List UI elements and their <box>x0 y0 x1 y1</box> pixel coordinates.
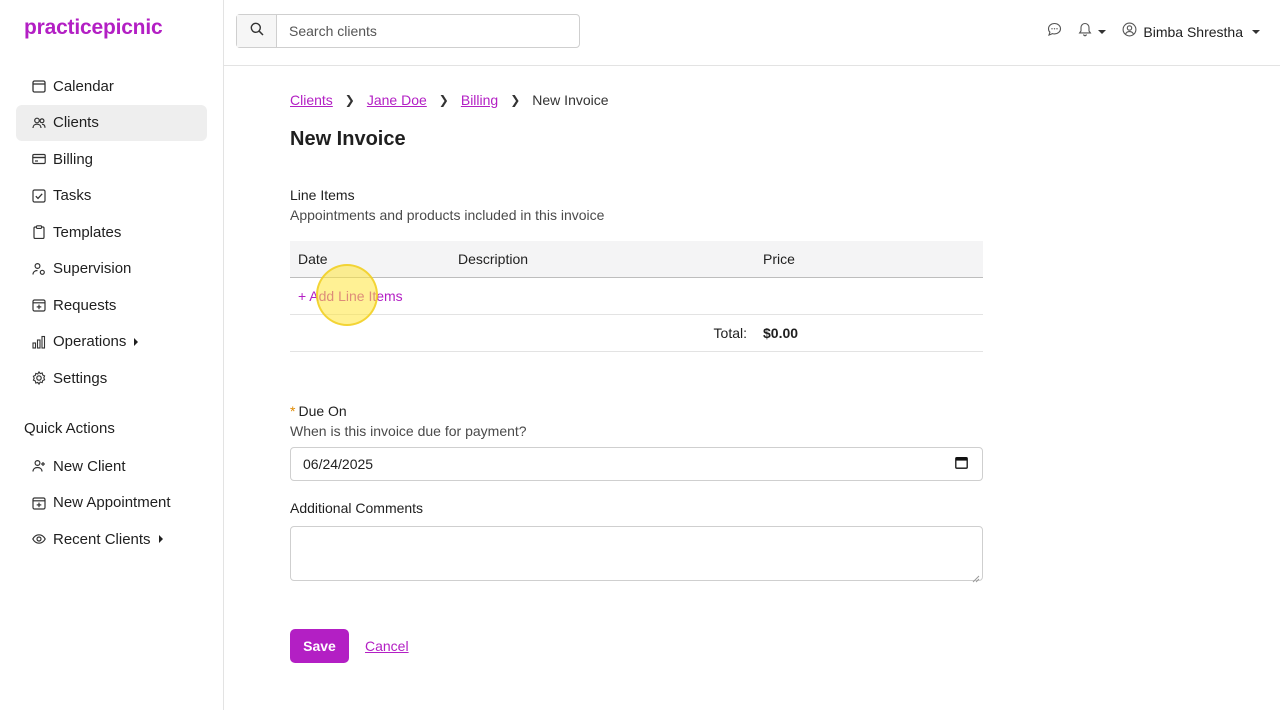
save-button[interactable]: Save <box>290 628 349 663</box>
chat-icon <box>1047 22 1062 42</box>
additional-comments-textarea[interactable] <box>290 525 983 582</box>
gear-icon <box>32 371 46 385</box>
chevron-down-icon <box>1098 30 1107 34</box>
due-on-label-text: Due On <box>298 402 347 419</box>
app-logo[interactable]: practicepicnic <box>24 16 163 40</box>
quick-actions-title: Quick Actions <box>24 420 115 437</box>
sidebar-item-label: Tasks <box>53 187 92 204</box>
header-actions: Bimba Shrestha <box>1031 20 1260 44</box>
total-row: Total: $0.00 <box>290 314 983 352</box>
sidebar-item-clients[interactable]: Clients <box>16 104 207 141</box>
main-content: Clients ❯ Jane Doe ❯ Billing ❯ New Invoi… <box>290 90 983 663</box>
resize-handle-icon[interactable] <box>972 570 980 582</box>
caret-right-icon <box>134 337 139 346</box>
sidebar-item-settings[interactable]: Settings <box>16 360 207 396</box>
quick-action-new-appointment[interactable]: New Appointment <box>16 485 207 521</box>
line-items-title: Line Items <box>290 187 355 203</box>
calendar-icon <box>32 79 46 93</box>
breadcrumb-billing-link[interactable]: Billing <box>461 92 498 108</box>
search-box <box>236 14 580 48</box>
sidebar-item-operations[interactable]: Operations <box>16 324 207 360</box>
additional-comments-label: Additional Comments <box>290 499 424 516</box>
due-on-date-field[interactable]: 06/24/2025 <box>290 446 983 481</box>
sidebar-item-tasks[interactable]: Tasks <box>16 178 207 214</box>
sidebar-item-label: Calendar <box>53 77 114 95</box>
sidebar-item-requests[interactable]: Requests <box>16 287 207 323</box>
calendar-plus-icon <box>32 298 46 312</box>
breadcrumb-current: New Invoice <box>532 92 609 108</box>
chevron-right-icon: ❯ <box>510 93 521 107</box>
calendar-icon[interactable] <box>955 456 968 472</box>
table-header-row: Date Description Price <box>290 241 983 277</box>
notifications-button[interactable] <box>1078 22 1107 42</box>
sidebar-item-label: Requests <box>53 296 117 314</box>
column-header-date: Date <box>298 250 328 267</box>
messages-button[interactable] <box>1047 22 1062 42</box>
quick-action-label: New Appointment <box>53 494 171 511</box>
required-marker: * <box>290 402 296 419</box>
quick-action-label: Recent Clients <box>53 530 151 548</box>
user-name: Bimba Shrestha <box>1143 24 1243 40</box>
column-header-description: Description <box>458 250 529 267</box>
sidebar-item-label: Settings <box>53 369 108 387</box>
eye-icon <box>32 532 46 546</box>
bar-chart-icon <box>32 335 46 349</box>
chevron-down-icon <box>1252 30 1260 34</box>
sidebar-item-templates[interactable]: Templates <box>16 214 207 250</box>
clipboard-icon <box>32 225 46 239</box>
user-avatar-icon <box>1122 22 1137 42</box>
users-icon <box>32 116 46 130</box>
quick-action-recent-clients[interactable]: Recent Clients <box>16 521 207 557</box>
search-input[interactable] <box>277 15 579 47</box>
search-button[interactable] <box>237 15 277 47</box>
sidebar-item-calendar[interactable]: Calendar <box>16 68 207 104</box>
cancel-link[interactable]: Cancel <box>365 638 409 654</box>
sidebar: practicepicnic Calendar Clients Billing … <box>0 0 224 710</box>
credit-card-icon <box>32 152 46 166</box>
sidebar-item-supervision[interactable]: Supervision <box>16 251 207 287</box>
line-items-table: Date Description Price + Add Line Items … <box>290 241 983 352</box>
due-on-label: * Due On <box>290 403 983 419</box>
breadcrumb-client-link[interactable]: Jane Doe <box>367 92 427 108</box>
chevron-right-icon: ❯ <box>344 93 355 107</box>
sidebar-item-label: Clients <box>53 114 99 131</box>
sidebar-item-billing[interactable]: Billing <box>16 141 207 177</box>
main-nav: Calendar Clients Billing Tasks Templates <box>16 68 207 397</box>
quick-actions: New Client New Appointment Recent Client… <box>16 448 207 558</box>
calendar-plus-icon <box>32 496 46 510</box>
user-gear-icon <box>32 262 46 276</box>
add-line-items-link[interactable]: + Add Line Items <box>298 288 403 304</box>
quick-action-new-client[interactable]: New Client <box>16 448 207 484</box>
sidebar-item-label: Operations <box>53 333 127 350</box>
total-label: Total: <box>450 314 755 352</box>
column-header-price: Price <box>763 250 795 267</box>
top-bar: Bimba Shrestha <box>224 0 1280 66</box>
sidebar-item-label: Templates <box>53 223 122 241</box>
user-plus-icon <box>32 459 46 473</box>
add-line-items-row: + Add Line Items <box>290 277 983 315</box>
search-icon <box>250 22 264 41</box>
checkbox-icon <box>32 188 46 203</box>
bell-icon <box>1078 22 1092 42</box>
sidebar-item-label: Supervision <box>53 260 132 277</box>
due-on-help: When is this invoice due for payment? <box>290 422 527 439</box>
line-items-subtitle: Appointments and products included in th… <box>290 207 605 223</box>
breadcrumb-clients-link[interactable]: Clients <box>290 92 333 108</box>
caret-right-icon <box>158 535 163 543</box>
quick-action-label: New Client <box>53 457 126 475</box>
sidebar-item-label: Billing <box>53 150 94 168</box>
user-menu[interactable]: Bimba Shrestha <box>1122 22 1260 42</box>
total-value: $0.00 <box>755 314 983 352</box>
page-title: New Invoice <box>290 128 406 150</box>
chevron-right-icon: ❯ <box>438 93 449 107</box>
form-actions: Save Cancel <box>290 628 983 663</box>
breadcrumb: Clients ❯ Jane Doe ❯ Billing ❯ New Invoi… <box>290 90 983 110</box>
due-on-date-value: 06/24/2025 <box>303 455 374 472</box>
